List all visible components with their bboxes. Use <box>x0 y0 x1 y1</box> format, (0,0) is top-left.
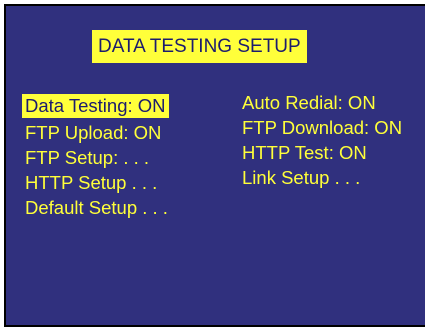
menu-item-ftp-upload[interactable]: FTP Upload: ON <box>25 122 161 144</box>
menu-item-link-setup[interactable]: Link Setup . . . <box>242 167 360 189</box>
menu-item-ftp-setup[interactable]: FTP Setup: . . . <box>25 147 149 169</box>
menu-item-data-testing[interactable]: Data Testing: ON <box>22 94 169 118</box>
screen-title: DATA TESTING SETUP <box>92 30 307 63</box>
data-testing-setup-screen: DATA TESTING SETUP Data Testing: ON FTP … <box>4 4 425 327</box>
menu-item-http-test[interactable]: HTTP Test: ON <box>242 142 367 164</box>
menu-item-default-setup[interactable]: Default Setup . . . <box>25 197 168 219</box>
menu-item-http-setup[interactable]: HTTP Setup . . . <box>25 172 157 194</box>
menu-item-auto-redial[interactable]: Auto Redial: ON <box>242 92 376 114</box>
menu-item-ftp-download[interactable]: FTP Download: ON <box>242 117 402 139</box>
